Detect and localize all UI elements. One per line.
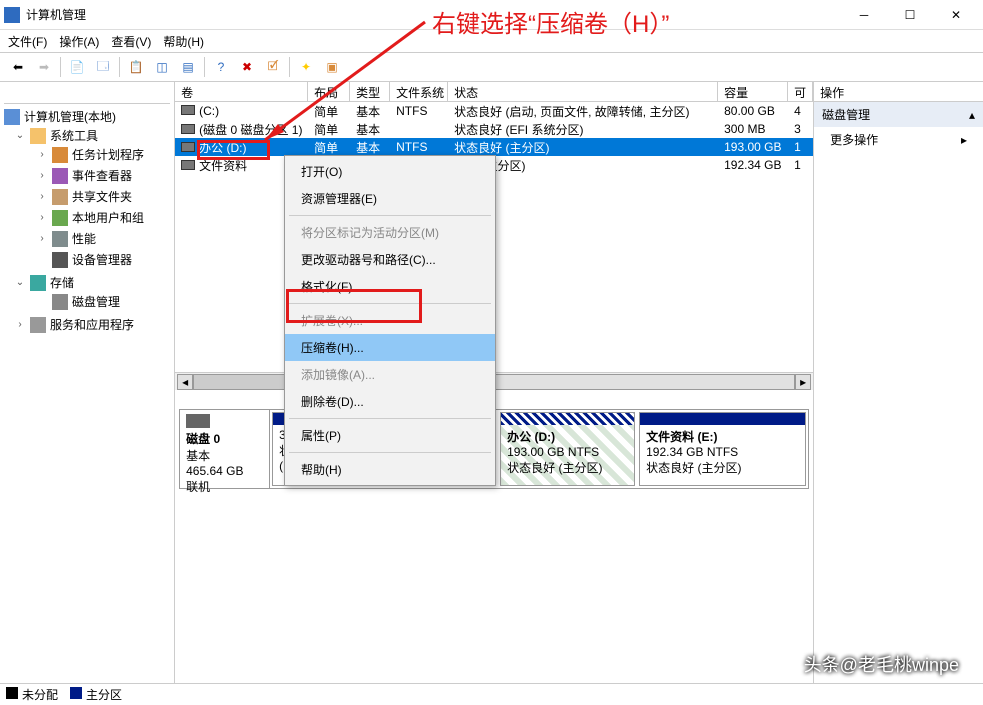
folder-icon bbox=[30, 128, 46, 144]
settings-button[interactable]: 🗹 bbox=[261, 55, 285, 79]
volume-icon bbox=[181, 142, 195, 152]
volume-row[interactable]: (C:) 简单基本NTFS状态良好 (启动, 页面文件, 故障转储, 主分区)8… bbox=[175, 102, 813, 120]
ctx-mirror: 添加镜像(A)... bbox=[285, 361, 495, 388]
volume-icon bbox=[181, 124, 195, 134]
scroll-right-icon[interactable]: ▸ bbox=[795, 374, 811, 390]
tree-services-apps[interactable]: ›服务和应用程序 bbox=[14, 316, 170, 333]
ctx-mark-active: 将分区标记为活动分区(M) bbox=[285, 219, 495, 246]
tree-event-viewer[interactable]: ›事件查看器 bbox=[36, 167, 170, 184]
disk-type: 基本 bbox=[186, 449, 210, 463]
tree-performance[interactable]: ›性能 bbox=[36, 230, 170, 247]
delete-button[interactable]: ✖ bbox=[235, 55, 259, 79]
volume-row[interactable]: (磁盘 0 磁盘分区 1) 简单基本状态良好 (EFI 系统分区)300 MB3 bbox=[175, 120, 813, 138]
device-icon bbox=[52, 252, 68, 268]
tree-task-scheduler[interactable]: ›任务计划程序 bbox=[36, 146, 170, 163]
scroll-left-icon[interactable]: ◂ bbox=[177, 374, 193, 390]
annotation-text: 右键选择“压缩卷（H）” bbox=[432, 4, 669, 39]
close-button[interactable]: ✕ bbox=[933, 0, 979, 30]
tree-local-users[interactable]: ›本地用户和组 bbox=[36, 209, 170, 226]
volume-list-header: 卷 布局 类型 文件系统 状态 容量 可 bbox=[175, 82, 813, 102]
up-button[interactable]: 📄 bbox=[65, 55, 89, 79]
partition-e[interactable]: 文件资料 (E:) 192.34 GB NTFS 状态良好 (主分区) bbox=[639, 412, 806, 486]
disk-icon bbox=[52, 294, 68, 310]
menu-file[interactable]: 文件(F) bbox=[8, 33, 47, 50]
ctx-properties[interactable]: 属性(P) bbox=[285, 422, 495, 449]
event-icon bbox=[52, 168, 68, 184]
ctx-change-letter[interactable]: 更改驱动器号和路径(C)... bbox=[285, 246, 495, 273]
tree-root[interactable]: 计算机管理(本地) bbox=[4, 108, 170, 125]
ctx-shrink[interactable]: 压缩卷(H)... bbox=[285, 334, 495, 361]
back-button[interactable]: ⬅ bbox=[6, 55, 30, 79]
tree-disk-management[interactable]: 磁盘管理 bbox=[36, 293, 170, 310]
computer-icon bbox=[4, 109, 20, 125]
misc-button[interactable]: ▣ bbox=[320, 55, 344, 79]
volume-row-selected[interactable]: 办公 (D:) 简单基本NTFS状态良好 (主分区)193.00 GB1 bbox=[175, 138, 813, 156]
refresh-button[interactable]: ◫ bbox=[150, 55, 174, 79]
volume-icon bbox=[181, 160, 195, 170]
tree-storage[interactable]: ⌄存储 bbox=[14, 274, 170, 291]
perf-icon bbox=[52, 231, 68, 247]
ctx-delete[interactable]: 删除卷(D)... bbox=[285, 388, 495, 415]
col-capacity[interactable]: 容量 bbox=[718, 82, 788, 101]
volume-icon bbox=[181, 105, 195, 115]
toolbar: ⬅ ➡ 📄 🗔 📋 ◫ ▤ ? ✖ 🗹 ✦ ▣ bbox=[0, 52, 983, 82]
context-menu: 打开(O) 资源管理器(E) 将分区标记为活动分区(M) 更改驱动器号和路径(C… bbox=[284, 155, 496, 486]
partition-d-selected[interactable]: 办公 (D:) 193.00 GB NTFS 状态良好 (主分区) bbox=[500, 412, 635, 486]
watermark: 头条@老毛桃winpe bbox=[804, 651, 959, 677]
tree-system-tools[interactable]: ⌄系统工具 bbox=[14, 127, 170, 144]
col-status[interactable]: 状态 bbox=[448, 82, 718, 101]
disk-label: 磁盘 0 bbox=[186, 432, 220, 446]
actions-header: 操作 bbox=[814, 82, 983, 102]
legend: 未分配 主分区 bbox=[0, 683, 983, 705]
col-filesystem[interactable]: 文件系统 bbox=[390, 82, 448, 101]
ctx-format[interactable]: 格式化(F)... bbox=[285, 273, 495, 300]
storage-icon bbox=[30, 275, 46, 291]
disk-info[interactable]: 磁盘 0 基本 465.64 GB 联机 bbox=[180, 410, 270, 488]
apps-icon bbox=[30, 317, 46, 333]
menu-view[interactable]: 查看(V) bbox=[111, 33, 151, 50]
actions-section[interactable]: 磁盘管理 ▴ bbox=[814, 102, 983, 127]
col-volume[interactable]: 卷 bbox=[175, 82, 308, 101]
maximize-button[interactable]: ☐ bbox=[887, 0, 933, 30]
swatch-unallocated bbox=[6, 687, 18, 699]
nav-tree: 计算机管理(本地) ⌄系统工具 ›任务计划程序 ›事件查看器 ›共享文件夹 ›本… bbox=[0, 82, 175, 705]
menu-help[interactable]: 帮助(H) bbox=[163, 33, 204, 50]
col-rest[interactable]: 可 bbox=[788, 82, 813, 101]
forward-button[interactable]: ➡ bbox=[32, 55, 56, 79]
disk-icon bbox=[186, 414, 210, 428]
properties-button[interactable]: 📋 bbox=[124, 55, 148, 79]
new-button[interactable]: ✦ bbox=[294, 55, 318, 79]
share-icon bbox=[52, 189, 68, 205]
tree-column-header[interactable] bbox=[4, 84, 170, 104]
disk-state: 联机 bbox=[186, 480, 210, 494]
col-layout[interactable]: 布局 bbox=[308, 82, 350, 101]
help-button[interactable]: ? bbox=[209, 55, 233, 79]
tree-shared-folders[interactable]: ›共享文件夹 bbox=[36, 188, 170, 205]
show-hide-button[interactable]: 🗔 bbox=[91, 55, 115, 79]
actions-more[interactable]: 更多操作 ▸ bbox=[814, 127, 983, 152]
swatch-primary bbox=[70, 687, 82, 699]
ctx-open[interactable]: 打开(O) bbox=[285, 158, 495, 185]
app-icon bbox=[4, 7, 20, 23]
minimize-button[interactable]: ─ bbox=[841, 0, 887, 30]
users-icon bbox=[52, 210, 68, 226]
chevron-right-icon: ▸ bbox=[961, 133, 967, 147]
task-icon bbox=[52, 147, 68, 163]
ctx-extend: 扩展卷(X)... bbox=[285, 307, 495, 334]
menu-action[interactable]: 操作(A) bbox=[59, 33, 99, 50]
ctx-explorer[interactable]: 资源管理器(E) bbox=[285, 185, 495, 212]
collapse-icon: ▴ bbox=[969, 108, 975, 122]
ctx-help[interactable]: 帮助(H) bbox=[285, 456, 495, 483]
list-button[interactable]: ▤ bbox=[176, 55, 200, 79]
col-type[interactable]: 类型 bbox=[350, 82, 390, 101]
tree-device-manager[interactable]: 设备管理器 bbox=[36, 251, 170, 268]
disk-size: 465.64 GB bbox=[186, 464, 243, 478]
actions-pane: 操作 磁盘管理 ▴ 更多操作 ▸ bbox=[814, 82, 983, 705]
